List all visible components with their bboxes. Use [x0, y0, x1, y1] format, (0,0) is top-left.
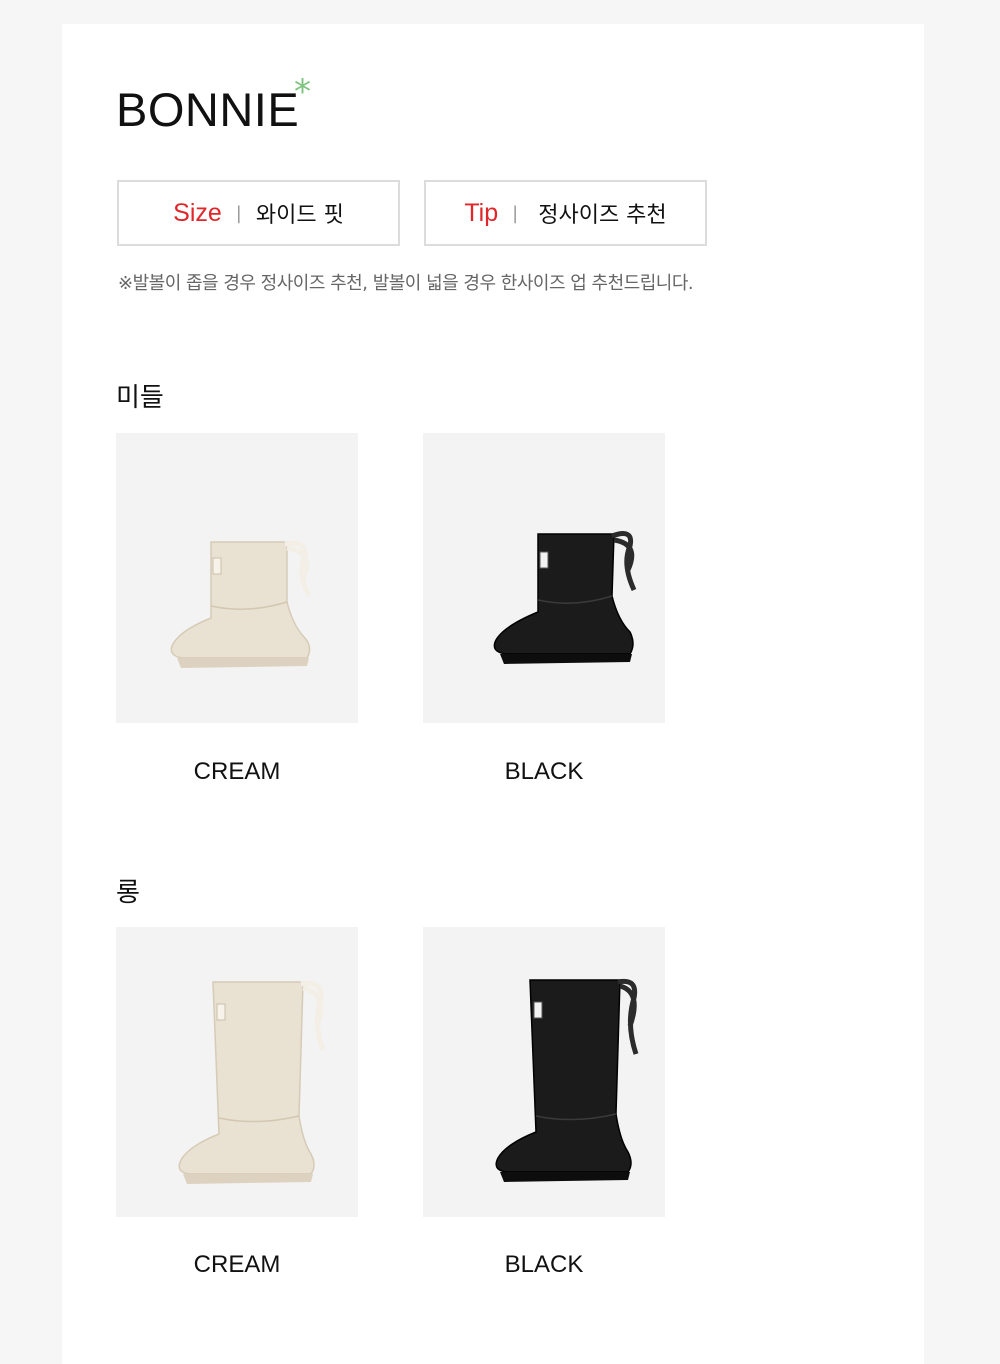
size-note: ※발볼이 좁을 경우 정사이즈 추천, 발볼이 넓을 경우 한사이즈 업 추천드…	[118, 273, 694, 294]
tip-separator: |	[512, 202, 519, 224]
tip-value: 정사이즈 추천	[538, 203, 667, 228]
product-image-middle-black[interactable]	[423, 433, 665, 723]
product-image-long-cream[interactable]	[116, 927, 358, 1217]
tip-info-box: Tip | 정사이즈 추천	[424, 180, 707, 246]
cream-long-boot-icon	[178, 980, 326, 1184]
product-image-middle-cream[interactable]	[116, 433, 358, 723]
size-key: Size	[173, 198, 222, 227]
product-image-long-black[interactable]	[423, 927, 665, 1217]
size-separator: |	[235, 202, 242, 224]
section-label-long: 롱	[116, 878, 140, 908]
size-info-box: Size | 와이드 핏	[117, 180, 400, 246]
tip-key: Tip	[464, 198, 499, 227]
title-asterisk: *	[294, 72, 311, 112]
cream-mid-boot-icon	[170, 540, 312, 668]
product-name-middle-black: BLACK	[504, 758, 584, 785]
black-long-boot-icon	[495, 978, 639, 1182]
section-label-middle: 미들	[116, 383, 164, 413]
product-title: BONNIE	[116, 83, 300, 136]
black-mid-boot-icon	[493, 531, 637, 664]
size-value: 와이드 핏	[255, 203, 344, 228]
product-name-middle-cream: CREAM	[193, 758, 281, 785]
product-name-long-cream: CREAM	[193, 1251, 281, 1278]
product-name-long-black: BLACK	[504, 1251, 584, 1278]
